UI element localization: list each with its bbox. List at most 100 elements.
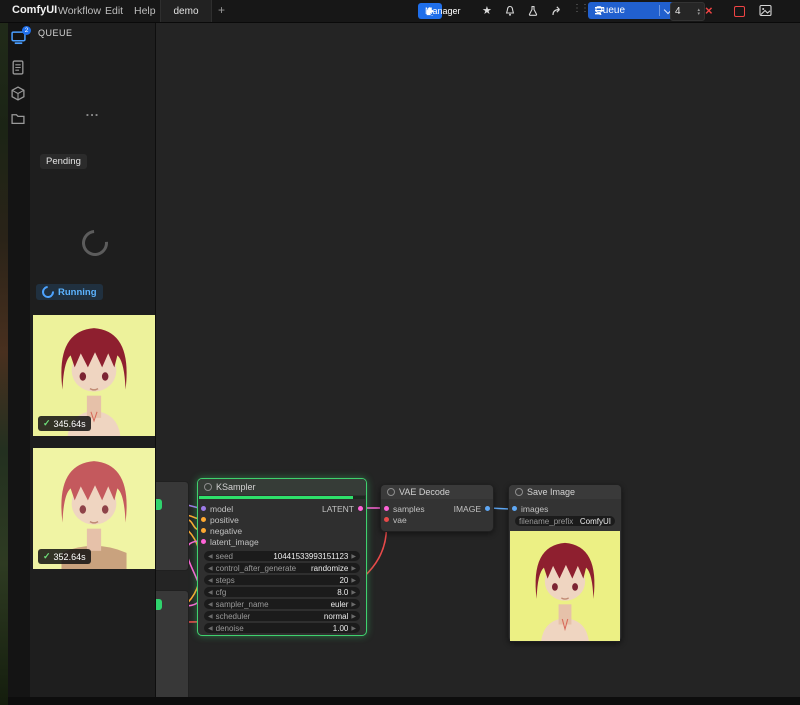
widget-scheduler[interactable]: ◀ scheduler normal ▶ (204, 611, 360, 621)
node-title: KSampler (216, 482, 256, 492)
graph-canvas[interactable]: RUNNING th lor, round stable RUNNING KSa… (155, 22, 800, 697)
save-image-preview[interactable] (510, 531, 620, 641)
queue-panel-title: QUEUE (38, 28, 73, 38)
node-ksampler[interactable]: KSampler model LATENT positive negative … (197, 478, 367, 636)
increment-icon[interactable]: ▶ (351, 565, 356, 572)
widget-value: normal (324, 612, 348, 621)
result-duration-badge: ✓ 352.64s (38, 549, 91, 564)
widget-denoise[interactable]: ◀ denoise 1.00 ▶ (204, 623, 360, 633)
widget-control-after-generate[interactable]: ◀ control_after_generate randomize ▶ (204, 563, 360, 573)
widget-label: cfg (216, 588, 227, 597)
node-vae-decode[interactable]: VAE Decode samples IMAGE vae (380, 484, 494, 532)
slot-dot-latent[interactable] (358, 506, 363, 511)
increment-icon[interactable]: ▶ (351, 589, 356, 596)
widget-steps[interactable]: ◀ steps 20 ▶ (204, 575, 360, 585)
running-spinner-icon (40, 284, 57, 301)
slot-dot-images[interactable] (512, 506, 517, 511)
widget-label: seed (216, 552, 233, 561)
workflow-tab-demo[interactable]: demo (160, 0, 212, 22)
widget-seed[interactable]: ◀ seed 10441533993151123 ▶ (204, 551, 360, 561)
widget-sampler-name[interactable]: ◀ sampler_name euler ▶ (204, 599, 360, 609)
menu-edit[interactable]: Edit (105, 5, 123, 17)
increment-icon[interactable]: ▶ (351, 613, 356, 620)
running-section-label: Running (36, 284, 103, 300)
queue-result-thumbnail[interactable]: ✓ 352.64s (33, 448, 155, 569)
slot-dot-vae[interactable] (384, 517, 389, 522)
slot-dot-latent-image[interactable] (201, 539, 206, 544)
manager-button-label: Manager (425, 6, 461, 16)
increment-icon[interactable]: ▶ (351, 553, 356, 560)
queue-result-thumbnail[interactable]: ✓ 345.64s (33, 315, 155, 436)
sidebar-item-node-library[interactable] (11, 60, 27, 76)
queue-menu-ellipsis[interactable]: ... (30, 104, 155, 119)
node-save-image[interactable]: Save Image images filename_prefix ComfyU… (508, 484, 622, 642)
star-icon[interactable]: ★ (482, 4, 492, 17)
increment-icon[interactable]: ▶ (351, 601, 356, 608)
widget-label: sampler_name (216, 600, 269, 609)
share-icon[interactable] (551, 5, 564, 17)
drag-handle-icon[interactable]: ⋮⋮ (572, 3, 588, 14)
clipped-node-top[interactable]: RUNNING th lor, round stable (155, 481, 189, 571)
slot-label: negative (210, 526, 242, 536)
widget-cfg[interactable]: ◀ cfg 8.0 ▶ (204, 587, 360, 597)
interrupt-button[interactable]: × (705, 3, 713, 18)
node-save-image-header[interactable]: Save Image (509, 485, 621, 499)
slot-dot-samples[interactable] (384, 506, 389, 511)
workflows-folder-icon (11, 112, 25, 125)
gallery-icon[interactable] (759, 4, 772, 17)
slot-dot-positive[interactable] (201, 517, 206, 522)
queue-run-button[interactable]: Queue (588, 2, 678, 19)
node-ksampler-header[interactable]: KSampler (198, 479, 366, 495)
decrement-icon[interactable]: ◀ (208, 625, 213, 632)
result-duration-badge: ✓ 345.64s (38, 416, 91, 431)
workflow-tab-label: demo (173, 6, 198, 17)
result-duration: 345.64s (54, 419, 86, 429)
new-tab-button[interactable]: + (218, 3, 225, 17)
decrement-icon[interactable]: ◀ (208, 613, 213, 620)
decrement-icon[interactable]: ◀ (208, 589, 213, 596)
widget-filename-prefix[interactable]: filename_prefix ComfyUI (515, 516, 615, 526)
running-status-badge: RUNNING (155, 499, 162, 510)
flask-icon[interactable] (527, 5, 539, 17)
decrement-icon[interactable]: ◀ (208, 565, 213, 572)
result-duration: 352.64s (54, 552, 86, 562)
preview-image (510, 531, 620, 641)
collapse-toggle-icon[interactable] (515, 488, 523, 496)
pending-spinner (77, 225, 114, 262)
slot-dot-model[interactable] (201, 506, 206, 511)
input-slot-model: model (201, 503, 233, 514)
batch-count-stepper[interactable]: ▴ ▾ (697, 8, 700, 16)
manager-button[interactable]: Manager (418, 3, 442, 19)
menu-help[interactable]: Help (134, 5, 156, 17)
clear-queue-button[interactable] (734, 6, 745, 17)
sidebar-item-queue[interactable]: 2 (11, 30, 27, 46)
input-slot-positive: positive (201, 514, 239, 525)
input-slot-images: images (512, 503, 548, 514)
pending-label-text: Pending (46, 156, 81, 167)
check-icon: ✓ (43, 551, 51, 562)
clipped-node-bottom[interactable]: RUNNING (155, 590, 189, 697)
output-slot-latent: LATENT (322, 503, 363, 514)
widget-label: filename_prefix (519, 517, 573, 526)
sidebar-item-workflows[interactable] (11, 112, 27, 128)
node-vae-decode-header[interactable]: VAE Decode (381, 485, 493, 499)
decrement-icon[interactable]: ◀ (208, 601, 213, 608)
collapse-toggle-icon[interactable] (204, 483, 212, 491)
slot-dot-negative[interactable] (201, 528, 206, 533)
decrement-icon[interactable]: ◀ (208, 553, 213, 560)
slot-label: latent_image (210, 537, 259, 547)
bell-icon[interactable] (504, 5, 516, 17)
menu-workflow[interactable]: Workflow (58, 5, 101, 17)
input-slot-vae: vae (384, 514, 407, 525)
node-title: Save Image (527, 487, 575, 497)
batch-count-input[interactable]: 4 ▴ ▾ (670, 2, 705, 21)
increment-icon[interactable]: ▶ (351, 625, 356, 632)
increment-icon[interactable]: ▶ (351, 577, 356, 584)
caret-down-icon[interactable]: ▾ (697, 12, 700, 16)
slot-dot-image[interactable] (485, 506, 490, 511)
decrement-icon[interactable]: ◀ (208, 577, 213, 584)
ksampler-progress-bar (199, 496, 365, 499)
collapse-toggle-icon[interactable] (387, 488, 395, 496)
widget-value: 10441533993151123 (273, 552, 348, 561)
sidebar-item-model-library[interactable] (11, 86, 27, 102)
